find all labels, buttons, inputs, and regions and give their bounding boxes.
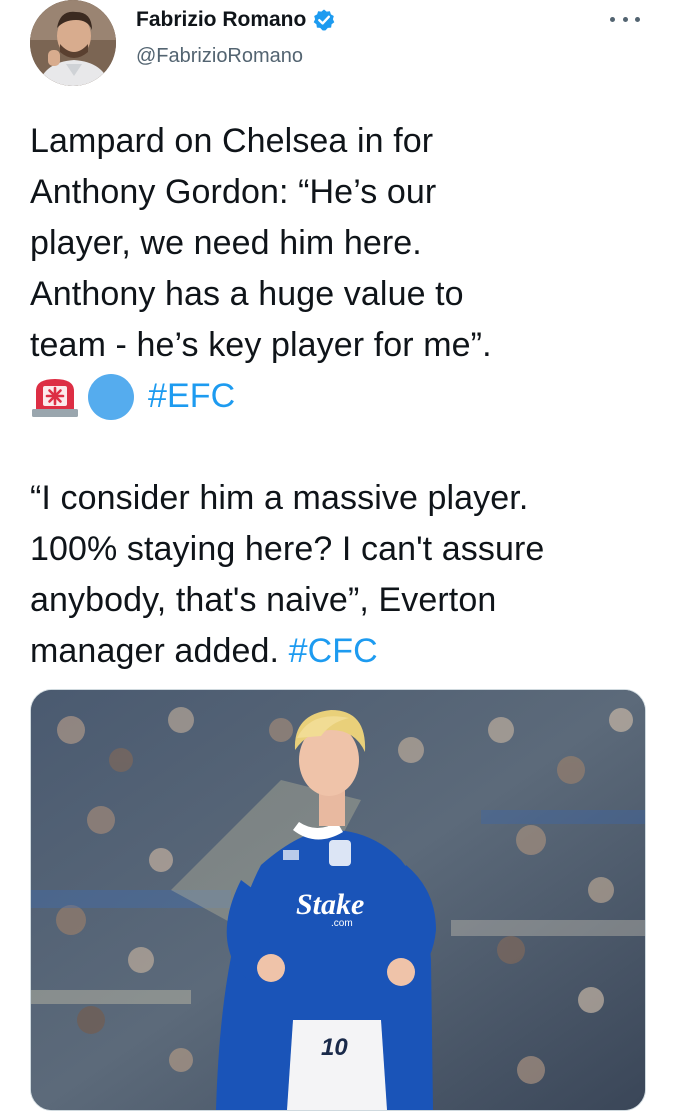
author-handle[interactable]: @FabrizioRomano <box>136 42 303 70</box>
shirt-sponsor-text: Stake <box>296 888 364 921</box>
tweet-paragraph-1: Lampard on Chelsea in for Anthony Gordon… <box>30 122 492 364</box>
player-photo: Stake .com 10 <box>31 690 645 1110</box>
blue-circle-emoji <box>88 373 134 420</box>
emoji-hashtag-line: #EFC <box>30 371 650 422</box>
avatar-photo <box>30 0 116 86</box>
author-name-row: Fabrizio Romano <box>136 6 336 34</box>
tweet-header: Fabrizio Romano @FabrizioRomano <box>30 0 650 90</box>
hashtag-cfc[interactable]: #CFC <box>289 632 378 670</box>
shirt-sponsor-sub-text: .com <box>331 918 353 929</box>
more-dot <box>635 16 640 22</box>
more-dot <box>610 16 615 22</box>
author-display-name[interactable]: Fabrizio Romano <box>136 6 306 34</box>
tweet-media-photo[interactable]: Stake .com 10 <box>30 689 646 1111</box>
avatar[interactable] <box>30 0 116 86</box>
police-car-light-emoji <box>30 375 80 419</box>
tweet-paragraph-2-text: “I consider him a massive player. 100% s… <box>30 479 545 670</box>
tweet-text: Lampard on Chelsea in for Anthony Gordon… <box>30 116 650 677</box>
verified-badge-icon <box>312 8 336 32</box>
tweet-paragraph-2: “I consider him a massive player. 100% s… <box>30 473 650 677</box>
more-dot <box>622 16 628 22</box>
hashtag-efc[interactable]: #EFC <box>148 371 235 422</box>
shorts-number-text: 10 <box>321 1034 348 1061</box>
more-horizontal-icon[interactable] <box>610 8 640 30</box>
